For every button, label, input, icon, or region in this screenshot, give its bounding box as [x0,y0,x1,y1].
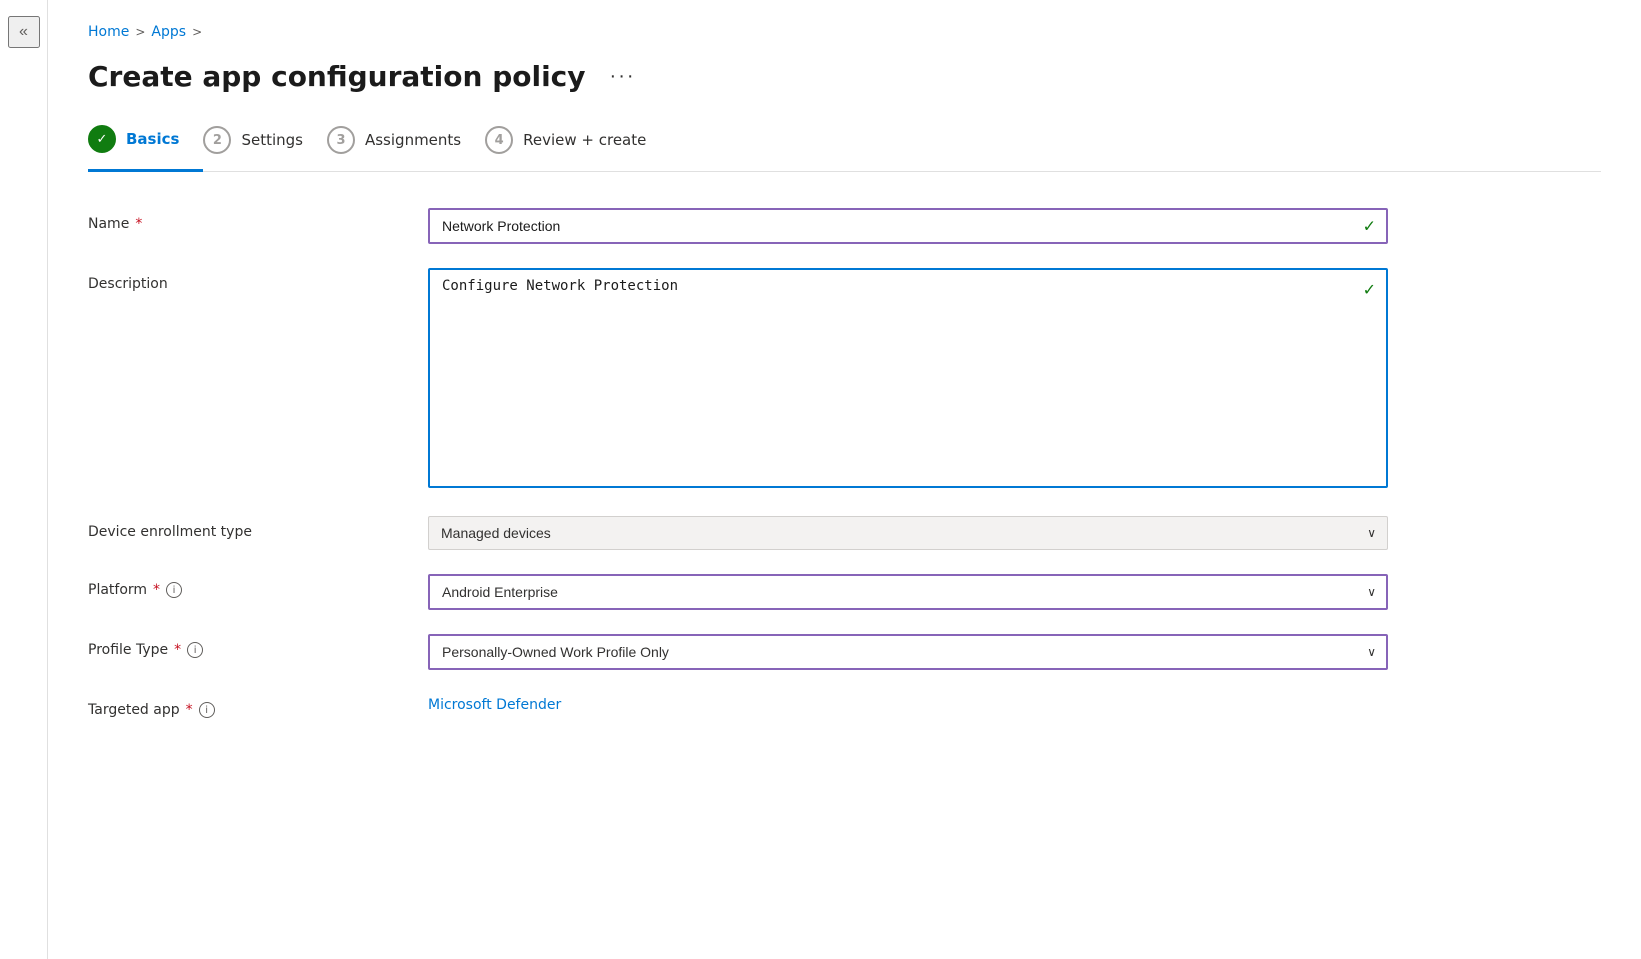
page-title-row: Create app configuration policy ··· [88,60,1601,93]
profile-type-row: Profile Type * i Personally-Owned Work P… [88,634,1388,670]
step-settings-circle: 2 [203,126,231,154]
step-basics-label: Basics [126,130,179,148]
breadcrumb-apps[interactable]: Apps [151,24,186,40]
description-row: Description Configure Network Protection… [88,268,1388,492]
profile-type-label: Profile Type * i [88,634,408,658]
form-section: Name * ✓ Description Configure Network P… [88,208,1388,718]
name-label-text: Name [88,216,129,232]
description-control-wrap: Configure Network Protection ✓ [428,268,1388,492]
platform-row: Platform * i Android Enterprise ∨ [88,574,1388,610]
breadcrumb-separator-1: > [135,25,145,39]
more-options-button[interactable]: ··· [602,61,644,92]
breadcrumb-separator-2: > [192,25,202,39]
targeted-app-required: * [186,702,193,718]
device-enrollment-label-text: Device enrollment type [88,524,252,540]
name-row: Name * ✓ [88,208,1388,244]
page-title: Create app configuration policy [88,60,586,93]
device-enrollment-row: Device enrollment type Managed devices ∨ [88,516,1388,550]
profile-type-label-text: Profile Type [88,642,168,658]
name-check-icon: ✓ [1363,217,1376,236]
device-enrollment-dropdown[interactable]: Managed devices [428,516,1388,550]
platform-control-wrap: Android Enterprise ∨ [428,574,1388,610]
platform-dropdown[interactable]: Android Enterprise [428,574,1388,610]
platform-label-text: Platform [88,582,147,598]
profile-type-control-wrap: Personally-Owned Work Profile Only ∨ [428,634,1388,670]
description-label-text: Description [88,276,168,292]
device-enrollment-dropdown-wrapper: Managed devices ∨ [428,516,1388,550]
step-assignments-circle: 3 [327,126,355,154]
targeted-app-link[interactable]: Microsoft Defender [428,697,561,713]
platform-info-icon[interactable]: i [166,582,182,598]
profile-type-dropdown-wrapper: Personally-Owned Work Profile Only ∨ [428,634,1388,670]
sidebar: « [0,0,48,959]
description-textarea-wrapper: Configure Network Protection ✓ [428,268,1388,492]
step-review-circle: 4 [485,126,513,154]
name-required: * [135,216,142,232]
main-content: Home > Apps > Create app configuration p… [48,0,1641,959]
profile-type-required: * [174,642,181,658]
wizard-steps: ✓ Basics 2 Settings 3 Assignments 4 Revi… [88,125,1601,172]
collapse-icon: « [19,23,28,41]
description-check-icon: ✓ [1363,280,1376,299]
profile-type-info-icon[interactable]: i [187,642,203,658]
name-label: Name * [88,208,408,232]
name-control-wrap: ✓ [428,208,1388,244]
platform-required: * [153,582,160,598]
profile-type-dropdown[interactable]: Personally-Owned Work Profile Only [428,634,1388,670]
targeted-app-label-text: Targeted app [88,702,180,718]
device-enrollment-control-wrap: Managed devices ∨ [428,516,1388,550]
breadcrumb-home[interactable]: Home [88,24,129,40]
targeted-app-label: Targeted app * i [88,694,408,718]
name-input-wrapper: ✓ [428,208,1388,244]
sidebar-collapse-button[interactable]: « [8,16,40,48]
targeted-app-info-icon[interactable]: i [199,702,215,718]
platform-dropdown-wrapper: Android Enterprise ∨ [428,574,1388,610]
step-review-label: Review + create [523,131,646,149]
targeted-app-row: Targeted app * i Microsoft Defender [88,694,1388,718]
description-input[interactable]: Configure Network Protection [428,268,1388,488]
step-review[interactable]: 4 Review + create [485,126,670,170]
step-basics[interactable]: ✓ Basics [88,125,203,172]
step-assignments-label: Assignments [365,131,461,149]
step-settings[interactable]: 2 Settings [203,126,327,170]
name-input[interactable] [428,208,1388,244]
step-settings-label: Settings [241,131,303,149]
platform-label: Platform * i [88,574,408,598]
step-assignments[interactable]: 3 Assignments [327,126,485,170]
step-basics-circle: ✓ [88,125,116,153]
breadcrumb: Home > Apps > [88,24,1601,40]
description-label: Description [88,268,408,292]
targeted-app-control-wrap: Microsoft Defender [428,694,1388,713]
device-enrollment-label: Device enrollment type [88,516,408,540]
